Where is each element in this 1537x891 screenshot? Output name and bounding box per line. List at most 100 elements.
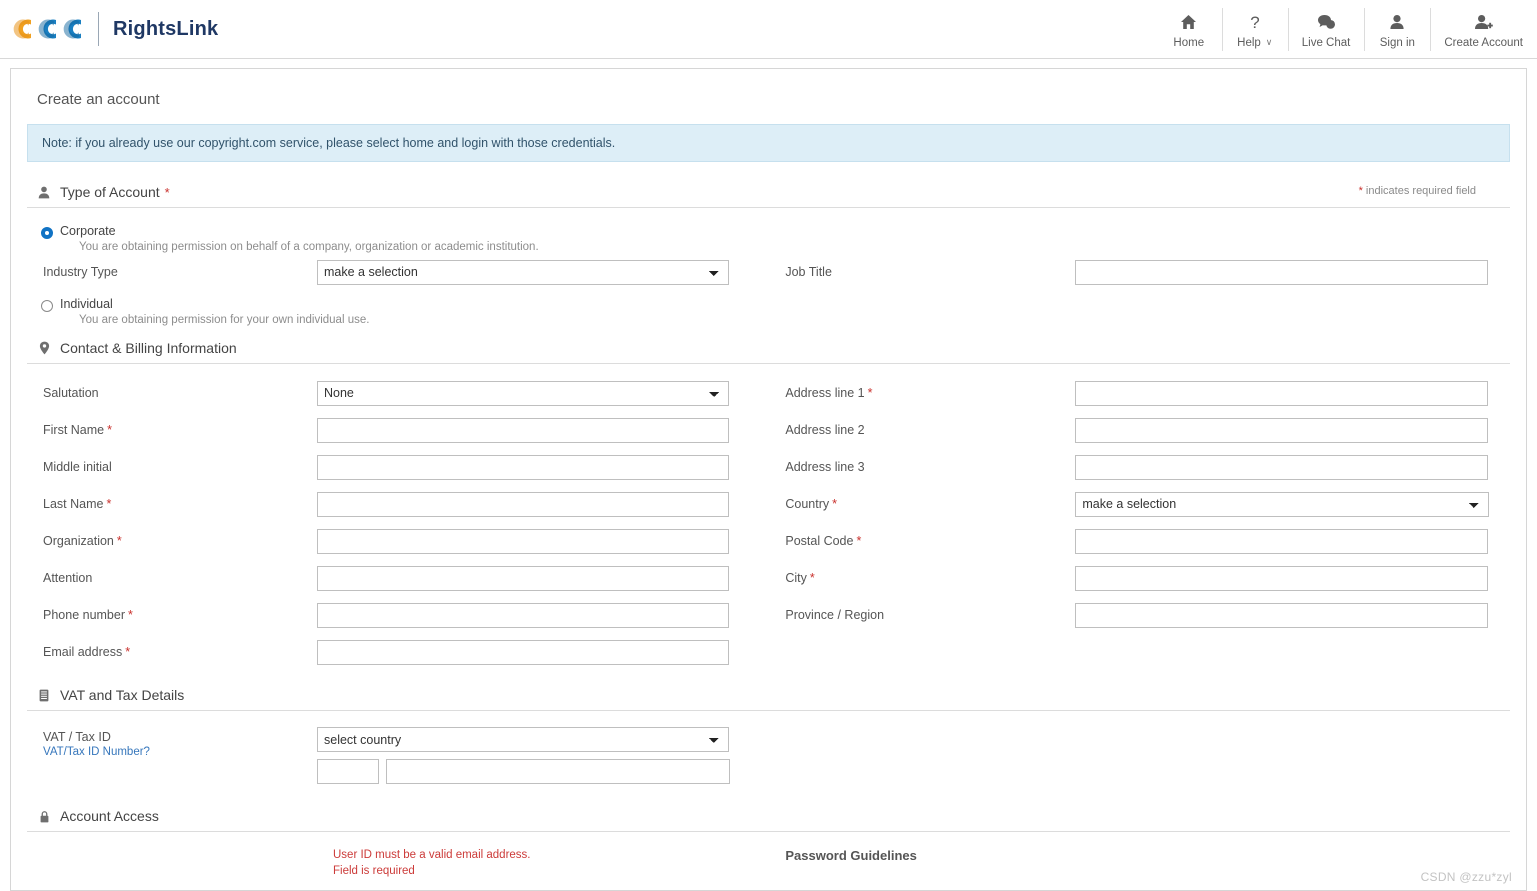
- vat-tax-id-number-link[interactable]: VAT/Tax ID Number?: [43, 746, 317, 758]
- section-type-of-account: Type of Account * * indicates required f…: [27, 184, 1510, 208]
- select-country[interactable]: make a selection: [1075, 491, 1490, 517]
- row-vat-tax-id: VAT / Tax ID VAT/Tax ID Number? select c…: [27, 727, 1510, 784]
- col-attention: Attention: [27, 565, 779, 591]
- label-salutation: Salutation: [43, 386, 99, 400]
- select-industry-type[interactable]: make a selection: [317, 259, 729, 285]
- section-title-contact-billing: Contact & Billing Information: [60, 340, 237, 356]
- svg-text:?: ?: [1250, 13, 1259, 31]
- chevron-down-icon: ∨: [1265, 37, 1273, 48]
- error-line-2: Field is required: [333, 864, 415, 877]
- input-job-title[interactable]: [1075, 259, 1489, 285]
- label-middle-initial: Middle initial: [43, 460, 112, 474]
- label-job-title: Job Title: [785, 265, 832, 279]
- nav-label-create-account: Create Account: [1444, 36, 1523, 49]
- label-city: City *: [785, 571, 815, 585]
- col-phone-number: Phone number *: [27, 602, 779, 628]
- input-middle-initial[interactable]: [317, 454, 729, 480]
- brand-divider: [98, 12, 99, 46]
- label-phone-number: Phone number *: [43, 608, 133, 622]
- input-postal-code[interactable]: [1075, 528, 1489, 554]
- input-address-line-2[interactable]: [1075, 417, 1489, 443]
- radio-dot-corporate[interactable]: [41, 227, 53, 239]
- nav-item-create-account[interactable]: Create Account: [1430, 0, 1537, 59]
- row-attention-city: Attention City *: [27, 565, 1510, 591]
- col-country: Country * make a selection: [779, 491, 1510, 517]
- ccc-logo-icon: [12, 14, 86, 44]
- input-city[interactable]: [1075, 565, 1489, 591]
- watermark: CSDN @zzu*zyl: [1420, 870, 1512, 885]
- label-email-address: Email address *: [43, 645, 131, 659]
- info-notice: Note: if you already use our copyright.c…: [27, 124, 1510, 162]
- nav-label-home: Home: [1173, 36, 1205, 49]
- select-vat-country[interactable]: select country: [317, 727, 729, 752]
- label-country: Country *: [785, 497, 838, 511]
- header-nav: Home ? Help ∨ Live Chat Sign in Create A…: [1156, 0, 1537, 59]
- input-attention[interactable]: [317, 565, 729, 591]
- input-email-address[interactable]: [317, 639, 729, 665]
- vat-id-row: [317, 759, 730, 784]
- input-first-name[interactable]: [317, 417, 729, 443]
- create-account-card: Create an account Note: if you already u…: [10, 68, 1527, 891]
- row-lastname-country: Last Name * Country * make a selection: [27, 491, 1510, 517]
- section-vat-tax: VAT and Tax Details: [27, 687, 1510, 711]
- col-address-line-2: Address line 2: [779, 417, 1510, 443]
- radio-dot-individual[interactable]: [41, 300, 53, 312]
- required-note-text: indicates required field: [1362, 185, 1476, 197]
- user-plus-icon: [1474, 11, 1493, 33]
- radio-label-corporate: Corporate: [60, 224, 116, 238]
- radio-option-corporate[interactable]: Corporate: [27, 224, 1510, 239]
- col-user-id-errors: User ID must be a valid email address. F…: [27, 848, 779, 879]
- col-middle-initial: Middle initial: [27, 454, 779, 480]
- col-organization: Organization *: [27, 528, 779, 554]
- section-title-type-of-account: Type of Account: [60, 184, 160, 200]
- question-icon: ?: [1248, 11, 1262, 33]
- error-line-1: User ID must be a valid email address.: [333, 849, 531, 861]
- input-address-line-3[interactable]: [1075, 454, 1489, 480]
- home-icon: [1180, 11, 1197, 33]
- document-icon: [37, 689, 51, 702]
- user-id-validation-message: User ID must be a valid email address. F…: [317, 848, 531, 879]
- row-phone-province: Phone number * Province / Region: [27, 602, 1510, 628]
- label-vat-tax-id-text: VAT / Tax ID: [43, 730, 111, 744]
- brand-name: RightsLink: [113, 17, 219, 40]
- input-organization[interactable]: [317, 528, 729, 554]
- nav-label-sign-in: Sign in: [1379, 36, 1415, 49]
- input-province-region[interactable]: [1075, 602, 1489, 628]
- input-vat-id[interactable]: [386, 759, 730, 784]
- row-salutation-address1: Salutation None Address line 1 *: [27, 380, 1510, 406]
- radio-option-individual[interactable]: Individual: [27, 297, 1510, 312]
- row-firstname-address2: First Name * Address line 2: [27, 417, 1510, 443]
- select-salutation[interactable]: None: [317, 380, 729, 406]
- input-phone-number[interactable]: [317, 602, 729, 628]
- row-middleinitial-address3: Middle initial Address line 3: [27, 454, 1510, 480]
- col-first-name: First Name *: [27, 417, 779, 443]
- col-email-address: Email address *: [27, 639, 779, 665]
- radio-help-corporate: You are obtaining permission on behalf o…: [79, 241, 539, 253]
- label-organization: Organization *: [43, 534, 122, 548]
- row-account-access: User ID must be a valid email address. F…: [27, 848, 1510, 879]
- col-province-region: Province / Region: [779, 602, 1510, 628]
- radio-help-individual: You are obtaining permission for your ow…: [79, 314, 370, 326]
- label-province-region: Province / Region: [785, 608, 885, 622]
- col-city: City *: [779, 565, 1510, 591]
- label-address-line-3: Address line 3: [785, 460, 865, 474]
- label-vat-tax-id: VAT / Tax ID VAT/Tax ID Number?: [27, 727, 317, 758]
- nav-item-home[interactable]: Home: [1156, 0, 1222, 59]
- person-icon: [37, 186, 51, 199]
- input-vat-prefix[interactable]: [317, 759, 379, 784]
- nav-label-help: Help ∨: [1237, 37, 1272, 50]
- nav-item-help[interactable]: ? Help ∨: [1221, 0, 1288, 59]
- nav-item-live-chat[interactable]: Live Chat: [1287, 0, 1365, 59]
- label-address-line-1: Address line 1 *: [785, 386, 873, 400]
- page-title: Create an account: [37, 91, 160, 108]
- nav-item-sign-in[interactable]: Sign in: [1364, 0, 1430, 59]
- required-field-note: * indicates required field: [1359, 185, 1476, 197]
- radio-label-individual: Individual: [60, 297, 113, 311]
- label-first-name: First Name *: [43, 423, 112, 437]
- row-email: Email address *: [27, 639, 1510, 665]
- user-icon: [1389, 11, 1405, 33]
- input-address-line-1[interactable]: [1075, 380, 1489, 406]
- col-postal-code: Postal Code *: [779, 528, 1510, 554]
- lock-icon: [37, 810, 51, 823]
- input-last-name[interactable]: [317, 491, 729, 517]
